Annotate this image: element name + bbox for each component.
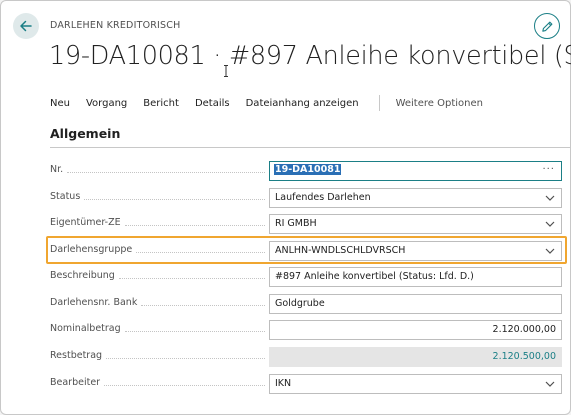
- text-cursor-icon: [224, 65, 228, 77]
- label-leader: [136, 252, 265, 253]
- description-input[interactable]: #897 Anleihe konvertibel (Status: Lfd. D…: [269, 267, 562, 287]
- field-row-bank-loan-no: Darlehensnr. Bank Goldgrube: [50, 294, 562, 314]
- action-bar: Neu Vorgang Bericht Details Dateianhang …: [50, 95, 483, 111]
- nr-value-selected: 19-DA10081: [274, 164, 342, 175]
- action-separator: [378, 95, 380, 111]
- field-label: Nr.: [50, 164, 68, 175]
- label-leader: [106, 358, 265, 359]
- action-report[interactable]: Bericht: [143, 98, 179, 109]
- loan-card: DARLEHEN KREDITORISCH 19-DA10081 · #897 …: [0, 0, 571, 415]
- action-process[interactable]: Vorgang: [86, 98, 127, 109]
- page-caption: DARLEHEN KREDITORISCH: [50, 20, 181, 31]
- field-row-nr: Nr. 19-DA10081 ···: [50, 161, 562, 181]
- status-select[interactable]: Laufendes Darlehen: [269, 188, 562, 208]
- chevron-down-icon: [545, 381, 555, 387]
- arrow-left-icon: [20, 20, 32, 32]
- remaining-amount-field[interactable]: 2.120.500,00: [269, 347, 562, 367]
- chevron-down-icon: [545, 248, 555, 254]
- field-label: Bearbeiter: [50, 377, 105, 388]
- loan-group-select[interactable]: ANLHN-WNDLSCHLDVRSCH: [269, 241, 562, 261]
- bank-loan-no-value: Goldgrube: [275, 298, 325, 309]
- label-leader: [118, 278, 265, 279]
- back-button[interactable]: [13, 13, 39, 39]
- owner-value: RI GMBH: [275, 218, 317, 229]
- label-leader: [67, 172, 265, 173]
- action-new[interactable]: Neu: [50, 98, 70, 109]
- description-value: #897 Anleihe konvertibel (Status: Lfd. D…: [275, 271, 474, 282]
- label-leader: [104, 385, 265, 386]
- section-divider: [50, 147, 571, 148]
- field-row-processor: Bearbeiter IKN: [50, 374, 562, 394]
- processor-value: IKN: [275, 378, 292, 389]
- nominal-amount-input[interactable]: 2.120.000,00: [269, 320, 562, 340]
- field-row-remaining: Restbetrag 2.120.500,00: [50, 347, 562, 367]
- label-leader: [124, 331, 265, 332]
- field-row-description: Beschreibung #897 Anleihe konvertibel (S…: [50, 267, 562, 287]
- field-row-status: Status Laufendes Darlehen: [50, 188, 562, 208]
- processor-select[interactable]: IKN: [269, 374, 562, 394]
- lookup-ellipsis-icon[interactable]: ···: [542, 164, 555, 175]
- label-leader: [124, 225, 265, 226]
- chevron-down-icon: [545, 221, 555, 227]
- field-label: Beschreibung: [50, 270, 119, 281]
- status-value: Laufendes Darlehen: [275, 192, 371, 203]
- field-label: Restbetrag: [50, 350, 107, 361]
- field-label: Nominalbetrag: [50, 323, 125, 334]
- nominal-amount-value: 2.120.000,00: [492, 324, 556, 335]
- section-title-general[interactable]: Allgemein: [50, 126, 120, 141]
- field-label: Eigentümer-ZE: [50, 217, 125, 228]
- remaining-amount-value[interactable]: 2.120.500,00: [493, 351, 556, 362]
- loan-group-value: ANLHN-WNDLSCHLDVRSCH: [275, 245, 406, 256]
- owner-select[interactable]: RI GMBH: [269, 214, 562, 234]
- field-row-owner: Eigentümer-ZE RI GMBH: [50, 214, 562, 234]
- chevron-down-icon: [545, 195, 555, 201]
- field-label: Status: [50, 191, 85, 202]
- bank-loan-no-input[interactable]: Goldgrube: [269, 294, 562, 314]
- label-leader: [84, 199, 265, 200]
- field-row-loan-group: Darlehensgruppe ANLHN-WNDLSCHLDVRSCH: [50, 241, 562, 261]
- pencil-icon: [541, 21, 552, 32]
- action-details[interactable]: Details: [195, 98, 230, 109]
- action-show-attachment[interactable]: Dateianhang anzeigen: [246, 98, 359, 109]
- edit-button[interactable]: [534, 13, 560, 39]
- page-title: 19-DA10081 · #897 Anleihe konvertibel (S…: [49, 41, 571, 71]
- field-label: Darlehensnr. Bank: [50, 297, 142, 308]
- field-row-nominal: Nominalbetrag 2.120.000,00: [50, 320, 562, 340]
- field-label: Darlehensgruppe: [50, 244, 137, 255]
- action-more-options[interactable]: Weitere Optionen: [396, 98, 483, 109]
- label-leader: [141, 305, 265, 306]
- nr-input[interactable]: 19-DA10081 ···: [269, 161, 562, 181]
